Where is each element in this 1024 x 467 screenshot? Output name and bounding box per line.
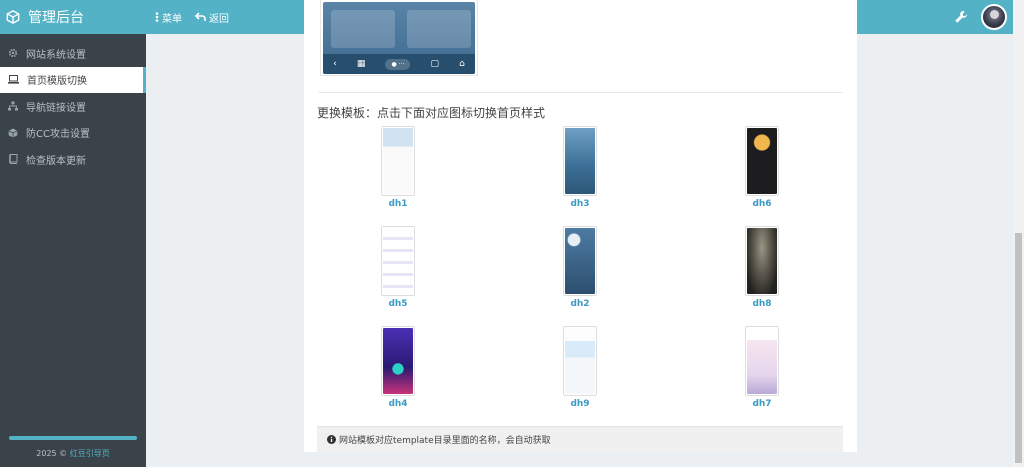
user-avatar[interactable] xyxy=(981,4,1007,30)
scrollbar-thumb[interactable] xyxy=(1015,233,1022,463)
sidebar-item-label: 首页模版切换 xyxy=(27,76,87,88)
tabs-icon: ▢ xyxy=(430,59,439,69)
preview-pill: ● ··· xyxy=(385,58,411,70)
template-dh7[interactable]: dh7 xyxy=(742,326,782,409)
footer-link[interactable]: 红豆引导页 xyxy=(70,449,110,458)
template-panel: ‹ ▦ ● ··· ▢ ⌂ 更换模板：点击下面对应图标切换首页样式 dh1 dh… xyxy=(304,0,857,452)
template-dh2[interactable]: dh2 xyxy=(560,226,600,309)
tip-text: 网站模板对应template目录里面的名称，会自动获取 xyxy=(339,436,551,446)
sidebar-footer: 2025 © 红豆引导页 xyxy=(0,448,146,459)
vertical-dots-icon xyxy=(155,12,159,22)
sidebar-progress-bar xyxy=(9,436,137,440)
menu-label: 菜单 xyxy=(162,13,182,25)
book-icon xyxy=(9,154,18,165)
template-thumbnail xyxy=(745,126,779,196)
page-scrollbar[interactable] xyxy=(1013,0,1024,467)
template-thumbnail xyxy=(381,226,415,296)
sidebar-item-label: 网站系统设置 xyxy=(26,49,86,61)
sidebar-item-label: 导航链接设置 xyxy=(26,102,86,114)
sidebar-item-label: 检查版本更新 xyxy=(26,155,86,167)
menu-button[interactable]: 菜单 xyxy=(155,0,182,34)
template-thumbnail xyxy=(563,226,597,296)
template-dh8[interactable]: dh8 xyxy=(742,226,782,309)
chevron-left-icon: ‹ xyxy=(333,59,337,69)
sidebar: 网站系统设置 首页模版切换 导航链接设置 防CC攻击设置 检查版本更新 2025… xyxy=(0,34,146,467)
template-thumbnail xyxy=(381,126,415,196)
template-name: dh3 xyxy=(570,199,590,209)
home-icon: ⌂ xyxy=(459,59,465,69)
template-thumbnail xyxy=(745,226,779,296)
cube-logo-icon xyxy=(6,10,20,24)
divider xyxy=(318,92,843,93)
template-thumbnail xyxy=(563,126,597,196)
template-thumbnail xyxy=(563,326,597,396)
sitemap-icon xyxy=(8,101,18,111)
template-dh4[interactable]: dh4 xyxy=(378,326,418,409)
cube-icon xyxy=(8,128,18,138)
template-name: dh2 xyxy=(570,299,590,309)
app-title: 管理后台 xyxy=(28,10,84,26)
template-dh1[interactable]: dh1 xyxy=(378,126,418,209)
undo-arrow-icon xyxy=(195,12,206,21)
current-template-preview: ‹ ▦ ● ··· ▢ ⌂ xyxy=(320,0,478,76)
footer-year: 2025 © xyxy=(36,449,68,458)
brand[interactable]: 管理后台 xyxy=(0,0,146,34)
template-dh5[interactable]: dh5 xyxy=(378,226,418,309)
template-name: dh8 xyxy=(752,299,772,309)
template-name: dh7 xyxy=(752,399,772,409)
template-thumbnail xyxy=(381,326,415,396)
section-label: 更换模板：点击下面对应图标切换首页样式 xyxy=(317,106,546,120)
gear-icon xyxy=(8,49,18,58)
preview-card xyxy=(407,10,471,48)
preview-card xyxy=(331,10,395,48)
template-dh3[interactable]: dh3 xyxy=(560,126,600,209)
sidebar-item-template-switch[interactable]: 首页模版切换 xyxy=(0,66,146,93)
template-name: dh4 xyxy=(388,399,408,409)
info-circle-icon xyxy=(327,435,336,444)
template-dh9[interactable]: dh9 xyxy=(560,326,600,409)
template-thumbnail xyxy=(745,326,779,396)
sidebar-item-check-update[interactable]: 检查版本更新 xyxy=(0,146,146,173)
back-label: 返回 xyxy=(209,13,229,25)
back-button[interactable]: 返回 xyxy=(195,0,229,34)
grid-icon: ▦ xyxy=(356,59,366,69)
sidebar-item-label: 防CC攻击设置 xyxy=(26,129,90,141)
laptop-icon xyxy=(8,75,19,84)
sidebar-item-site-settings[interactable]: 网站系统设置 xyxy=(0,40,146,67)
sidebar-item-nav-links[interactable]: 导航链接设置 xyxy=(0,93,146,120)
preview-browser-bar: ‹ ▦ ● ··· ▢ ⌂ xyxy=(323,54,475,74)
template-name: dh5 xyxy=(388,299,408,309)
template-name: dh1 xyxy=(388,199,408,209)
sidebar-item-anti-cc[interactable]: 防CC攻击设置 xyxy=(0,120,146,147)
template-dh6[interactable]: dh6 xyxy=(742,126,782,209)
preview-screen: ‹ ▦ ● ··· ▢ ⌂ xyxy=(323,2,475,74)
info-tip: 网站模板对应template目录里面的名称，会自动获取 xyxy=(317,426,843,452)
template-name: dh9 xyxy=(570,399,590,409)
template-name: dh6 xyxy=(752,199,772,209)
wrench-icon[interactable] xyxy=(954,10,968,24)
